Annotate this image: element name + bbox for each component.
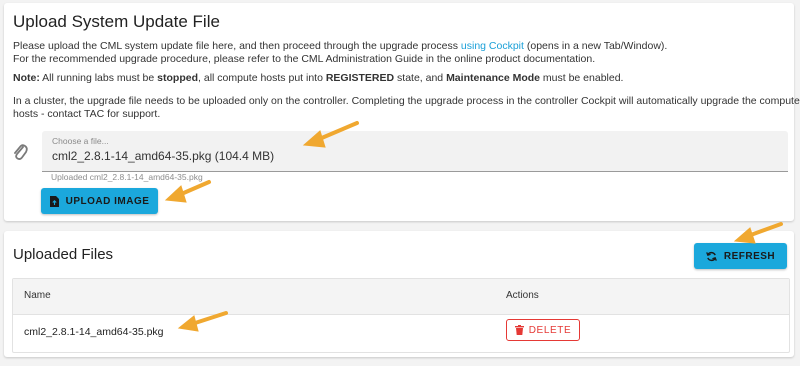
delete-button[interactable]: DELETE: [506, 319, 580, 341]
note-line: Note: All running labs must be stopped, …: [13, 72, 624, 84]
upload-image-label: UPLOAD IMAGE: [65, 195, 150, 207]
refresh-icon: [705, 251, 717, 261]
table-header: Name Actions: [13, 279, 789, 315]
file-input-placeholder: Choose a file...: [52, 136, 109, 146]
column-header-actions: Actions: [506, 290, 539, 301]
cockpit-link[interactable]: using Cockpit: [461, 40, 524, 52]
delete-label: DELETE: [528, 324, 572, 336]
file-input-helper: Uploaded cml2_2.8.1-14_amd64-35.pkg: [51, 172, 203, 182]
uploaded-files-table: Name Actions cml2_2.8.1-14_amd64-35.pkg …: [12, 278, 790, 353]
uploaded-files-card: Uploaded Files REFRESH Name Actions cml2…: [4, 231, 794, 357]
refresh-label: REFRESH: [723, 250, 776, 262]
file-name-cell: cml2_2.8.1-14_amd64-35.pkg: [24, 326, 164, 338]
trash-icon: [514, 325, 524, 335]
cluster-line-2: hosts - contact TAC for support.: [13, 108, 161, 120]
uploaded-files-title: Uploaded Files: [13, 246, 114, 263]
file-input[interactable]: Choose a file... cml2_2.8.1-14_amd64-35.…: [42, 131, 788, 172]
intro-line-2: For the recommended upgrade procedure, p…: [13, 53, 596, 65]
refresh-button[interactable]: REFRESH: [694, 243, 787, 269]
intro-line-1: Please upload the CML system update file…: [13, 40, 668, 52]
upload-card-title: Upload System Update File: [13, 12, 220, 31]
paperclip-icon[interactable]: [12, 141, 28, 163]
column-header-name: Name: [24, 290, 51, 301]
file-input-value: cml2_2.8.1-14_amd64-35.pkg (104.4 MB): [52, 149, 275, 163]
file-upload-icon: [49, 195, 59, 207]
upload-image-button[interactable]: UPLOAD IMAGE: [41, 188, 158, 214]
upload-card: Upload System Update File Please upload …: [4, 3, 800, 221]
cluster-line-1: In a cluster, the upgrade file needs to …: [13, 95, 800, 107]
